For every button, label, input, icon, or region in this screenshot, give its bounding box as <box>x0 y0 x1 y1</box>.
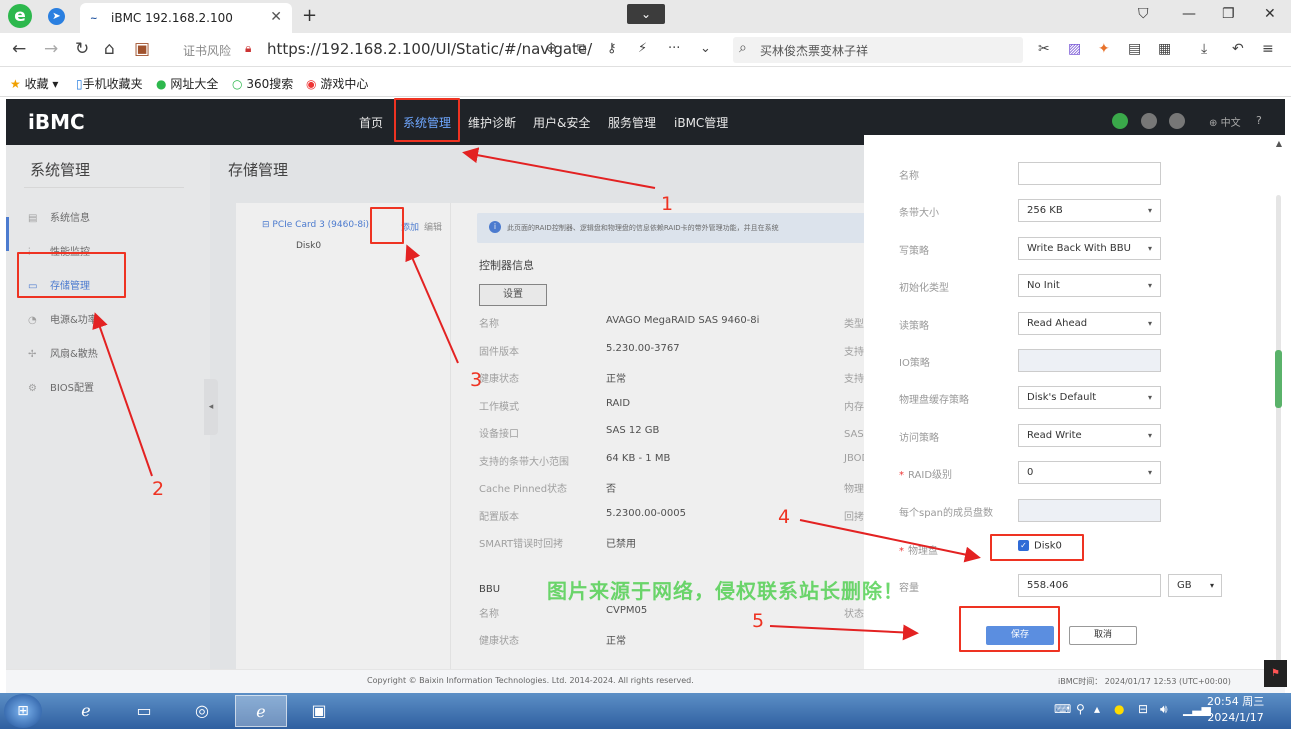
ie-taskbar-icon[interactable]: ℯ <box>60 695 112 727</box>
windows-taskbar: ⊞ ℯ ▭ ◎ ℯ ▣ ⌨ ⚲ ▴ ● ⊟ 🔊︎ ▁▃▅ 20:54 周三 20… <box>0 693 1291 729</box>
start-button-icon[interactable]: ⊞ <box>4 694 42 728</box>
show-hidden-icon[interactable]: ▴ <box>1094 702 1100 716</box>
arrow-1 <box>462 147 656 189</box>
keyboard-icon[interactable]: ⌨ <box>1054 702 1071 716</box>
arrow-5 <box>769 624 919 641</box>
volume-icon[interactable]: 🔊︎ <box>1160 702 1168 717</box>
browser-taskbar-icon[interactable]: ◎ <box>176 695 228 727</box>
system-clock[interactable]: 20:54 周三 2024/1/17 <box>1207 694 1264 726</box>
terminal-taskbar-icon[interactable]: ▣ <box>293 695 345 727</box>
arrow-3 <box>405 244 459 364</box>
network-icon[interactable]: ⊟ <box>1138 702 1148 716</box>
security-tray-icon[interactable]: ● <box>1114 702 1124 716</box>
annotation-arrows <box>92 147 981 641</box>
explorer-taskbar-icon[interactable]: ▭ <box>118 695 170 727</box>
tray-menu-icon[interactable]: ⚲ <box>1076 702 1085 716</box>
arrow-4 <box>799 519 981 563</box>
360-browser-taskbar-icon[interactable]: ℯ <box>235 695 287 727</box>
arrow-2 <box>92 312 153 477</box>
watermark: 图片来源于网络，侵权联系站长删除！ <box>547 579 904 603</box>
